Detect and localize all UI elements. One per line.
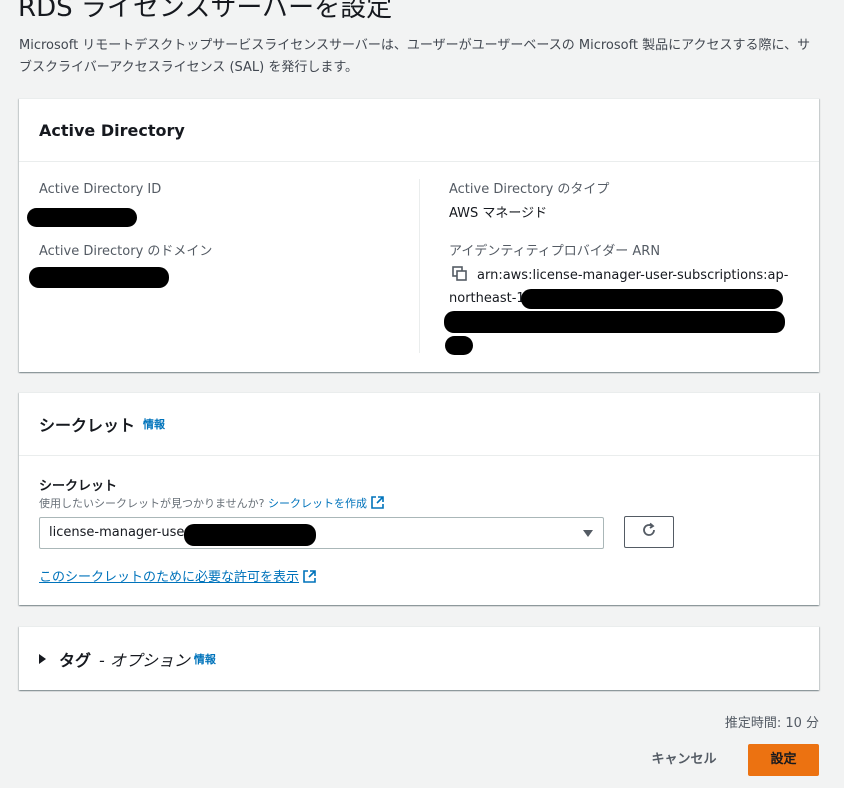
page-title: RDS ライセンスサーバーを設定	[18, 0, 393, 23]
tags-info-link[interactable]: 情報	[194, 651, 216, 667]
copy-icon[interactable]	[452, 266, 468, 282]
secret-heading: シークレット	[39, 416, 136, 435]
idp-arn-redaction-1	[521, 289, 783, 309]
ad-id-redaction	[27, 208, 137, 227]
cancel-button[interactable]: キャンセル	[636, 744, 732, 776]
secret-select-value: license-manager-user	[49, 525, 190, 540]
create-secret-link-label: シークレットを作成	[268, 497, 368, 510]
secret-help-label: 使用したいシークレットが見つかりませんか?	[39, 497, 265, 510]
ad-type-label: Active Directory のタイプ	[449, 182, 610, 197]
ad-id-label: Active Directory ID	[39, 182, 162, 197]
page-description: Microsoft リモートデスクトップサービスライセンスサーバーは、ユーザーが…	[19, 38, 811, 75]
ad-domain-redaction	[29, 267, 169, 288]
column-divider	[419, 179, 420, 353]
create-secret-link[interactable]: シークレットを作成	[268, 496, 384, 510]
secret-help-text: 使用したいシークレットが見つかりませんか? シークレットを作成	[39, 495, 384, 511]
caret-right-icon	[39, 654, 46, 664]
idp-arn-label: アイデンティティプロバイダー ARN	[449, 244, 661, 259]
idp-arn-line1: arn:aws:license-manager-user-subscriptio…	[477, 268, 789, 283]
submit-button[interactable]: 設定	[748, 744, 819, 776]
refresh-icon	[641, 522, 657, 542]
active-directory-header: Active Directory	[19, 99, 819, 162]
ad-type-value: AWS マネージド	[449, 206, 548, 221]
refresh-button[interactable]	[624, 516, 674, 548]
active-directory-heading: Active Directory	[39, 120, 185, 140]
secret-value-redaction	[184, 524, 316, 546]
tags-panel: タグ - オプション 情報	[19, 626, 819, 690]
secret-info-link[interactable]: 情報	[143, 416, 165, 432]
tags-expander[interactable]: タグ - オプション 情報	[39, 647, 216, 671]
secret-header: シークレット 情報	[19, 393, 819, 456]
secret-select[interactable]: license-manager-user	[39, 517, 604, 549]
secret-field-label: シークレット	[39, 479, 118, 494]
permissions-link-label: このシークレットのために必要な許可を表示	[39, 570, 300, 585]
idp-arn-line2: northeast-1	[449, 291, 525, 306]
ad-domain-label: Active Directory のドメイン	[39, 244, 213, 259]
caret-down-icon	[583, 530, 593, 537]
idp-arn-redaction-3	[445, 336, 473, 355]
tags-heading: タグ	[59, 651, 92, 670]
tags-optional: - オプション	[99, 651, 190, 670]
estimated-time: 推定時間: 10 分	[724, 716, 819, 731]
idp-arn-redaction-2	[444, 311, 785, 333]
secret-panel: シークレット 情報 シークレット 使用したいシークレットが見つかりませんか? シ…	[19, 392, 819, 605]
active-directory-panel: Active Directory Active Directory ID Act…	[19, 98, 819, 372]
external-link-icon	[303, 570, 316, 583]
external-link-icon	[371, 496, 384, 509]
permissions-link[interactable]: このシークレットのために必要な許可を表示	[39, 566, 316, 585]
